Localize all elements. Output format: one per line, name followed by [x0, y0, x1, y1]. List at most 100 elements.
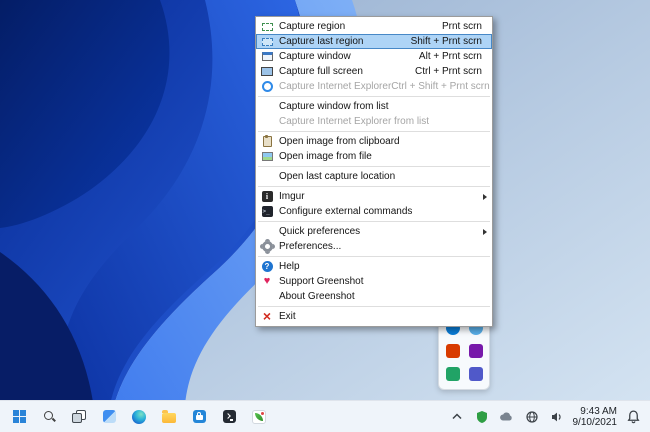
menu-item-open-image-from-file[interactable]: Open image from file: [256, 149, 492, 164]
menu-separator: [258, 221, 490, 222]
menu-item-label: Support Greenshot: [279, 276, 364, 287]
store-bag-icon: [192, 410, 206, 423]
widgets-icon: [102, 410, 116, 423]
menu-separator: [258, 166, 490, 167]
tray-overflow-app-orange-square-icon[interactable]: [445, 344, 460, 358]
menu-separator: [258, 131, 490, 132]
taskbar-clock[interactable]: 9:43 AM 9/10/2021: [573, 406, 618, 428]
menu-item-capture-full-screen[interactable]: Capture full screen Ctrl + Prnt scrn: [256, 64, 492, 79]
security-tray-button[interactable]: [473, 404, 491, 430]
clipboard-icon: [259, 135, 275, 148]
menu-item-configure-external-commands[interactable]: Configure external commands: [256, 204, 492, 219]
internet-explorer-icon: [259, 80, 275, 93]
store-button[interactable]: [186, 404, 212, 430]
network-globe-icon: [525, 410, 538, 423]
menu-item-label: Help: [279, 261, 300, 272]
start-button[interactable]: [6, 404, 32, 430]
terminal-button[interactable]: [216, 404, 242, 430]
search-icon: [43, 410, 56, 423]
menu-item-quick-preferences[interactable]: Quick preferences: [256, 224, 492, 239]
task-view-button[interactable]: [66, 404, 92, 430]
menu-separator: [258, 306, 490, 307]
tray-overflow-app-green-square-icon[interactable]: [445, 367, 460, 381]
empty-icon-slot: [259, 115, 275, 128]
last-region-capture-icon: [259, 35, 275, 48]
menu-item-label: Open image from file: [279, 151, 372, 162]
onedrive-tray-button[interactable]: [498, 404, 516, 430]
menu-item-shortcut: Prnt scrn: [441, 21, 482, 32]
system-tray: 9:43 AM 9/10/2021: [448, 404, 650, 430]
search-button[interactable]: [36, 404, 62, 430]
menu-item-label: Exit: [279, 311, 296, 322]
menu-item-about-greenshot[interactable]: About Greenshot: [256, 289, 492, 304]
empty-icon-slot: [259, 100, 275, 113]
menu-separator: [258, 186, 490, 187]
imgur-icon: [259, 190, 275, 203]
menu-item-label: About Greenshot: [279, 291, 355, 302]
tray-overflow-app-purple-square-icon[interactable]: [468, 344, 483, 358]
menu-item-capture-last-region[interactable]: Capture last region Shift + Prnt scrn: [256, 34, 492, 49]
edge-button[interactable]: [126, 404, 152, 430]
gear-icon: [259, 240, 275, 253]
network-tray-button[interactable]: [523, 404, 541, 430]
tray-chevron-button[interactable]: [448, 404, 466, 430]
help-icon: [259, 260, 275, 273]
submenu-arrow-icon: [483, 193, 487, 200]
volume-speaker-icon: [551, 412, 561, 421]
notifications-bell-icon: [626, 410, 640, 424]
menu-item-label: Capture window: [279, 51, 351, 62]
terminal-icon: [222, 410, 236, 423]
folder-icon: [162, 410, 176, 423]
external-commands-icon: [259, 205, 275, 218]
chevron-up-icon: [451, 412, 462, 419]
image-file-icon: [259, 150, 275, 163]
security-shield-icon: [476, 410, 487, 423]
notification-center-button[interactable]: [624, 404, 642, 430]
widgets-button[interactable]: [96, 404, 122, 430]
taskbar-app-icons: [6, 404, 272, 430]
menu-item-label: Preferences...: [279, 241, 342, 252]
fullscreen-capture-icon: [259, 65, 275, 78]
menu-item-support-greenshot[interactable]: Support Greenshot: [256, 274, 492, 289]
menu-separator: [258, 96, 490, 97]
menu-item-label: Capture region: [279, 21, 346, 32]
menu-item-help[interactable]: Help: [256, 259, 492, 274]
menu-item-capture-window[interactable]: Capture window Alt + Prnt scrn: [256, 49, 492, 64]
menu-item-imgur[interactable]: Imgur: [256, 189, 492, 204]
edge-browser-icon: [132, 409, 146, 424]
onedrive-cloud-icon: [500, 411, 512, 420]
menu-item-open-last-capture-location[interactable]: Open last capture location: [256, 169, 492, 184]
menu-item-label: Capture Internet Explorer from list: [279, 116, 430, 127]
menu-item-label: Open image from clipboard: [279, 136, 400, 147]
submenu-arrow-icon: [483, 228, 487, 235]
empty-icon-slot: [259, 290, 275, 303]
file-explorer-button[interactable]: [156, 404, 182, 430]
menu-item-capture-region[interactable]: Capture region Prnt scrn: [256, 19, 492, 34]
tray-overflow-app-indigo-square-icon[interactable]: [468, 367, 483, 381]
exit-icon: [259, 310, 275, 323]
menu-item-capture-internet-explorer: Capture Internet Explorer Ctrl + Shift +…: [256, 79, 492, 94]
menu-item-capture-window-from-list[interactable]: Capture window from list: [256, 99, 492, 114]
taskbar: 9:43 AM 9/10/2021: [0, 400, 650, 432]
greenshot-context-menu: Capture region Prnt scrn Capture last re…: [255, 16, 493, 327]
task-view-icon: [72, 410, 86, 423]
menu-item-preferences[interactable]: Preferences...: [256, 239, 492, 254]
greenshot-taskbar-button[interactable]: [246, 404, 272, 430]
empty-icon-slot: [259, 225, 275, 238]
menu-item-label: Configure external commands: [279, 206, 413, 217]
menu-item-shortcut: Ctrl + Shift + Prnt scrn: [391, 81, 490, 92]
menu-item-label: Capture Internet Explorer: [279, 81, 392, 92]
menu-item-exit[interactable]: Exit: [256, 309, 492, 324]
region-capture-icon: [259, 20, 275, 33]
window-capture-icon: [259, 50, 275, 63]
menu-item-open-image-from-clipboard[interactable]: Open image from clipboard: [256, 134, 492, 149]
menu-item-shortcut: Shift + Prnt scrn: [410, 36, 482, 47]
menu-item-shortcut: Alt + Prnt scrn: [418, 51, 482, 62]
clock-time: 9:43 AM: [580, 405, 617, 417]
menu-item-label: Open last capture location: [279, 171, 396, 182]
empty-icon-slot: [259, 170, 275, 183]
menu-item-capture-ie-from-list: Capture Internet Explorer from list: [256, 114, 492, 129]
menu-item-label: Imgur: [279, 191, 305, 202]
volume-tray-button[interactable]: [548, 404, 566, 430]
menu-item-shortcut: Ctrl + Prnt scrn: [415, 66, 482, 77]
